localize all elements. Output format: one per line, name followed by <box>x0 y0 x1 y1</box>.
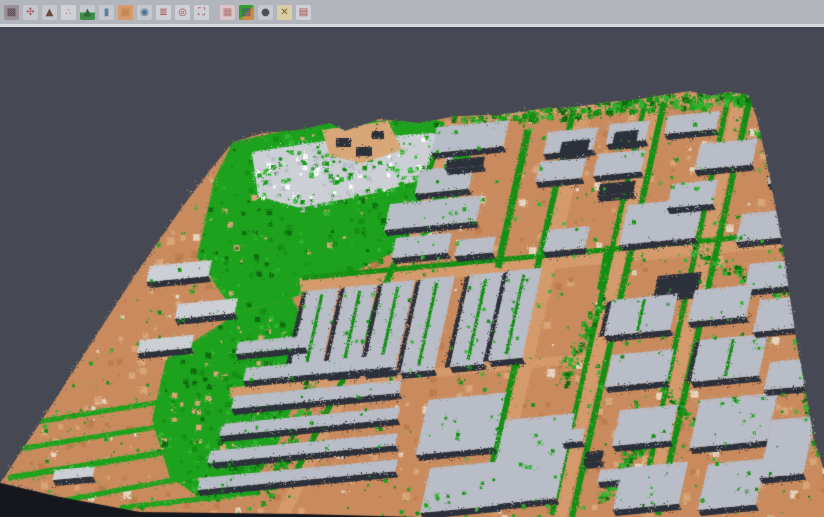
terrain-mountain-icon[interactable]: ▲ <box>42 5 57 20</box>
landscape-icon[interactable]: ▲ <box>80 5 95 20</box>
point-cloud-icon[interactable]: ∴ <box>61 5 76 20</box>
ortho-view-icon[interactable]: ▣ <box>118 5 133 20</box>
zoom-extent-icon[interactable]: ⛶ <box>194 5 209 20</box>
layer-list-icon[interactable]: ≣ <box>156 5 171 20</box>
toolbar: ▩ ✣ ▲ ∴ ▲ ▮ ▣ ◉ ≣ ◎ ⛶ ▦ ▧ ● ✕ ▤ <box>0 0 824 24</box>
open-project-icon[interactable]: ▩ <box>4 5 19 20</box>
clip-box-icon[interactable]: ▦ <box>220 5 235 20</box>
viewport-canvas-3d-point-cloud[interactable] <box>0 27 824 517</box>
flag-bars-icon[interactable]: ▤ <box>296 5 311 20</box>
globe-icon[interactable]: ◉ <box>137 5 152 20</box>
target-icon[interactable]: ◎ <box>175 5 190 20</box>
zoom-fit-icon[interactable]: ✣ <box>23 5 38 20</box>
render-sphere-icon[interactable]: ● <box>258 5 273 20</box>
toolbar-separator <box>211 5 218 20</box>
point-cloud-viewer-window: ▩ ✣ ▲ ∴ ▲ ▮ ▣ ◉ ≣ ◎ ⛶ ▦ ▧ ● ✕ ▤ <box>0 0 824 517</box>
ruler-icon[interactable]: ▮ <box>99 5 114 20</box>
classification-colors-icon[interactable]: ▧ <box>239 5 254 20</box>
annotation-delete-icon[interactable]: ✕ <box>277 5 292 20</box>
